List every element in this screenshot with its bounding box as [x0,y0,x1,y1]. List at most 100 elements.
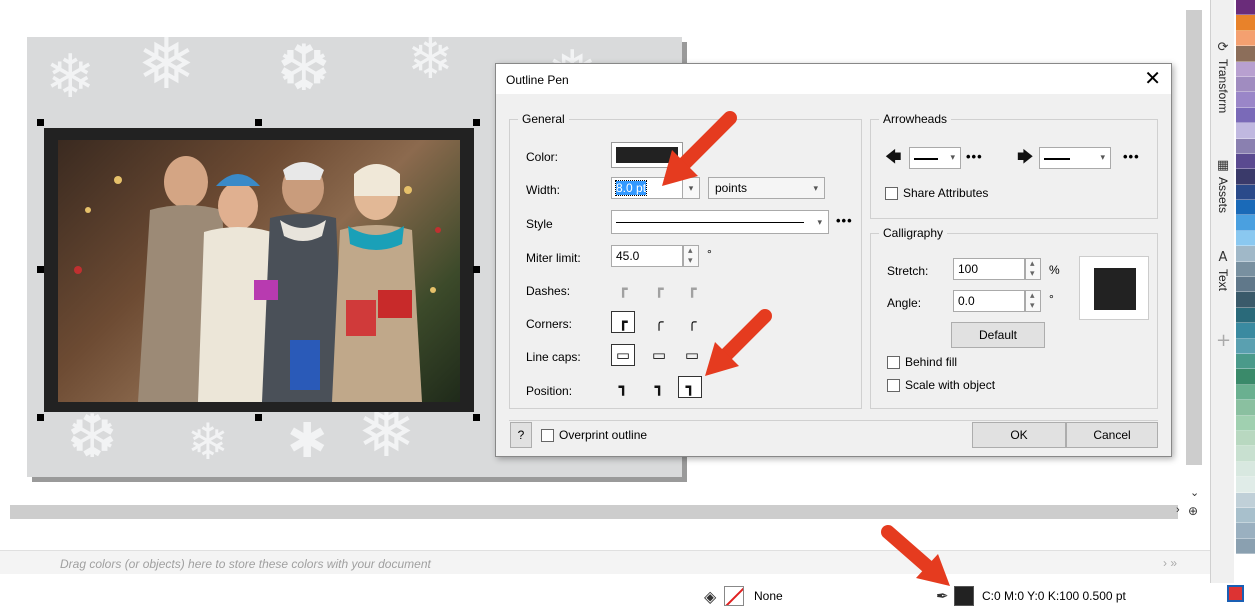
palette-swatch[interactable] [1236,353,1255,370]
share-attributes-checkbox[interactable]: Share Attributes [885,186,988,200]
color-proofing-icon[interactable] [1227,585,1244,602]
palette-swatch[interactable] [1236,153,1255,170]
palette-swatch[interactable] [1236,123,1255,139]
close-icon[interactable]: ✕ [1144,66,1161,90]
palette-swatch[interactable] [1236,369,1255,385]
units-value: points [715,181,748,195]
cap-extended-button[interactable]: ▭ [680,344,704,366]
position-label: Position: [526,384,573,398]
width-dropdown-button[interactable]: ▾ [682,177,700,199]
calligraphy-nib-preview[interactable] [1079,256,1149,320]
palette-swatch[interactable] [1236,15,1255,31]
palette-swatch[interactable] [1236,323,1255,339]
palette-swatch[interactable] [1236,384,1255,401]
start-arrowhead-options-button[interactable]: ••• [966,149,983,164]
palette-swatch[interactable] [1236,292,1255,308]
general-group-title: General [518,112,569,126]
position-inside-button[interactable]: ┓ [678,376,702,398]
add-docker-icon[interactable]: + [1216,330,1231,351]
palette-swatch[interactable] [1236,246,1255,262]
palette-swatch[interactable] [1236,461,1255,478]
scale-with-object-checkbox[interactable]: Scale with object [887,378,995,392]
selection-handle-bottom-right[interactable] [473,414,480,421]
palette-swatch[interactable] [1236,184,1255,201]
outline-color-picker[interactable]: ◢ [611,142,683,168]
document-palette-scroll-icon[interactable]: › » [1163,556,1177,570]
selected-photo-object[interactable] [44,128,474,412]
default-button[interactable]: Default [951,322,1045,348]
palette-swatch[interactable] [1236,92,1255,108]
stretch-input[interactable]: 100 [953,258,1025,280]
zoom-icon[interactable]: ⊕ [1188,504,1198,518]
dialog-titlebar[interactable]: Outline Pen ✕ [496,64,1171,94]
palette-swatch[interactable] [1236,523,1255,539]
start-arrowhead-select[interactable]: ▾ [909,147,961,169]
palette-swatch[interactable] [1236,446,1255,462]
palette-swatch[interactable] [1236,215,1255,231]
palette-swatch[interactable] [1236,76,1255,93]
selection-handle-top-right[interactable] [473,119,480,126]
tab-transform[interactable]: ⟳ Transform [1211,40,1235,113]
position-center-button[interactable]: ┓ [647,376,671,398]
stretch-stepper[interactable] [1025,258,1041,280]
corner-miter-button[interactable]: ┏ [611,311,635,333]
palette-swatch[interactable] [1236,200,1255,216]
selection-handle-left[interactable] [37,266,44,273]
document-palette[interactable]: Drag colors (or objects) here to store t… [0,550,1210,574]
palette-swatch[interactable] [1236,230,1255,247]
fill-color-swatch[interactable] [724,586,744,606]
stretch-unit: % [1049,263,1060,277]
palette-swatch[interactable] [1236,0,1255,16]
vertical-scrollbar[interactable] [1186,10,1202,465]
palette-swatch[interactable] [1236,338,1255,354]
tab-text[interactable]: A Text [1211,250,1235,291]
miter-limit-stepper[interactable] [683,245,699,267]
angle-stepper[interactable] [1025,290,1041,312]
palette-swatch[interactable] [1236,261,1255,278]
end-arrowhead-options-button[interactable]: ••• [1123,149,1140,164]
outline-color-swatch[interactable] [954,586,974,606]
color-palette[interactable] [1236,0,1255,560]
palette-swatch[interactable] [1236,277,1255,293]
palette-swatch[interactable] [1236,507,1255,524]
palette-swatch[interactable] [1236,400,1255,416]
palette-swatch[interactable] [1236,492,1255,508]
tab-assets[interactable]: ▦ Assets [1211,158,1235,213]
palette-swatch[interactable] [1236,538,1255,555]
overprint-outline-checkbox[interactable]: Overprint outline [541,428,647,442]
palette-swatch[interactable] [1236,415,1255,431]
scroll-down-icon[interactable]: ⌄ [1190,486,1199,499]
line-style-select[interactable]: ▾ [611,210,829,234]
selection-handle-bottom[interactable] [255,414,262,421]
palette-swatch[interactable] [1236,307,1255,324]
selection-handle-top-left[interactable] [37,119,44,126]
palette-swatch[interactable] [1236,477,1255,493]
cap-round-button[interactable]: ▭ [647,344,671,366]
corner-round-button[interactable]: ╭ [647,311,671,333]
horizontal-scrollbar[interactable] [10,505,1178,519]
units-select[interactable]: points ▾ [708,177,825,199]
selection-handle-top[interactable] [255,119,262,126]
edit-line-style-button[interactable]: ••• [836,213,853,228]
palette-swatch[interactable] [1236,107,1255,124]
behind-fill-checkbox[interactable]: Behind fill [887,355,957,369]
selection-handle-right[interactable] [473,266,480,273]
help-button[interactable]: ? [510,422,532,448]
cap-square-button[interactable]: ▭ [611,344,635,366]
cancel-button[interactable]: Cancel [1066,422,1158,448]
palette-swatch[interactable] [1236,138,1255,154]
end-arrowhead-select[interactable]: ▾ [1039,147,1111,169]
palette-swatch[interactable] [1236,30,1255,47]
miter-limit-input[interactable]: 45.0 [611,245,683,267]
width-input[interactable]: 8.0 pt [611,177,683,199]
palette-swatch[interactable] [1236,430,1255,447]
angle-input[interactable]: 0.0 [953,290,1025,312]
palette-swatch[interactable] [1236,169,1255,185]
position-outside-button[interactable]: ┓ [611,376,635,398]
palette-swatch[interactable] [1236,46,1255,62]
ok-button[interactable]: OK [972,422,1066,448]
scroll-right-icon[interactable]: › [1176,504,1180,516]
corner-bevel-button[interactable]: ╭ [680,311,704,333]
palette-swatch[interactable] [1236,61,1255,77]
selection-handle-bottom-left[interactable] [37,414,44,421]
